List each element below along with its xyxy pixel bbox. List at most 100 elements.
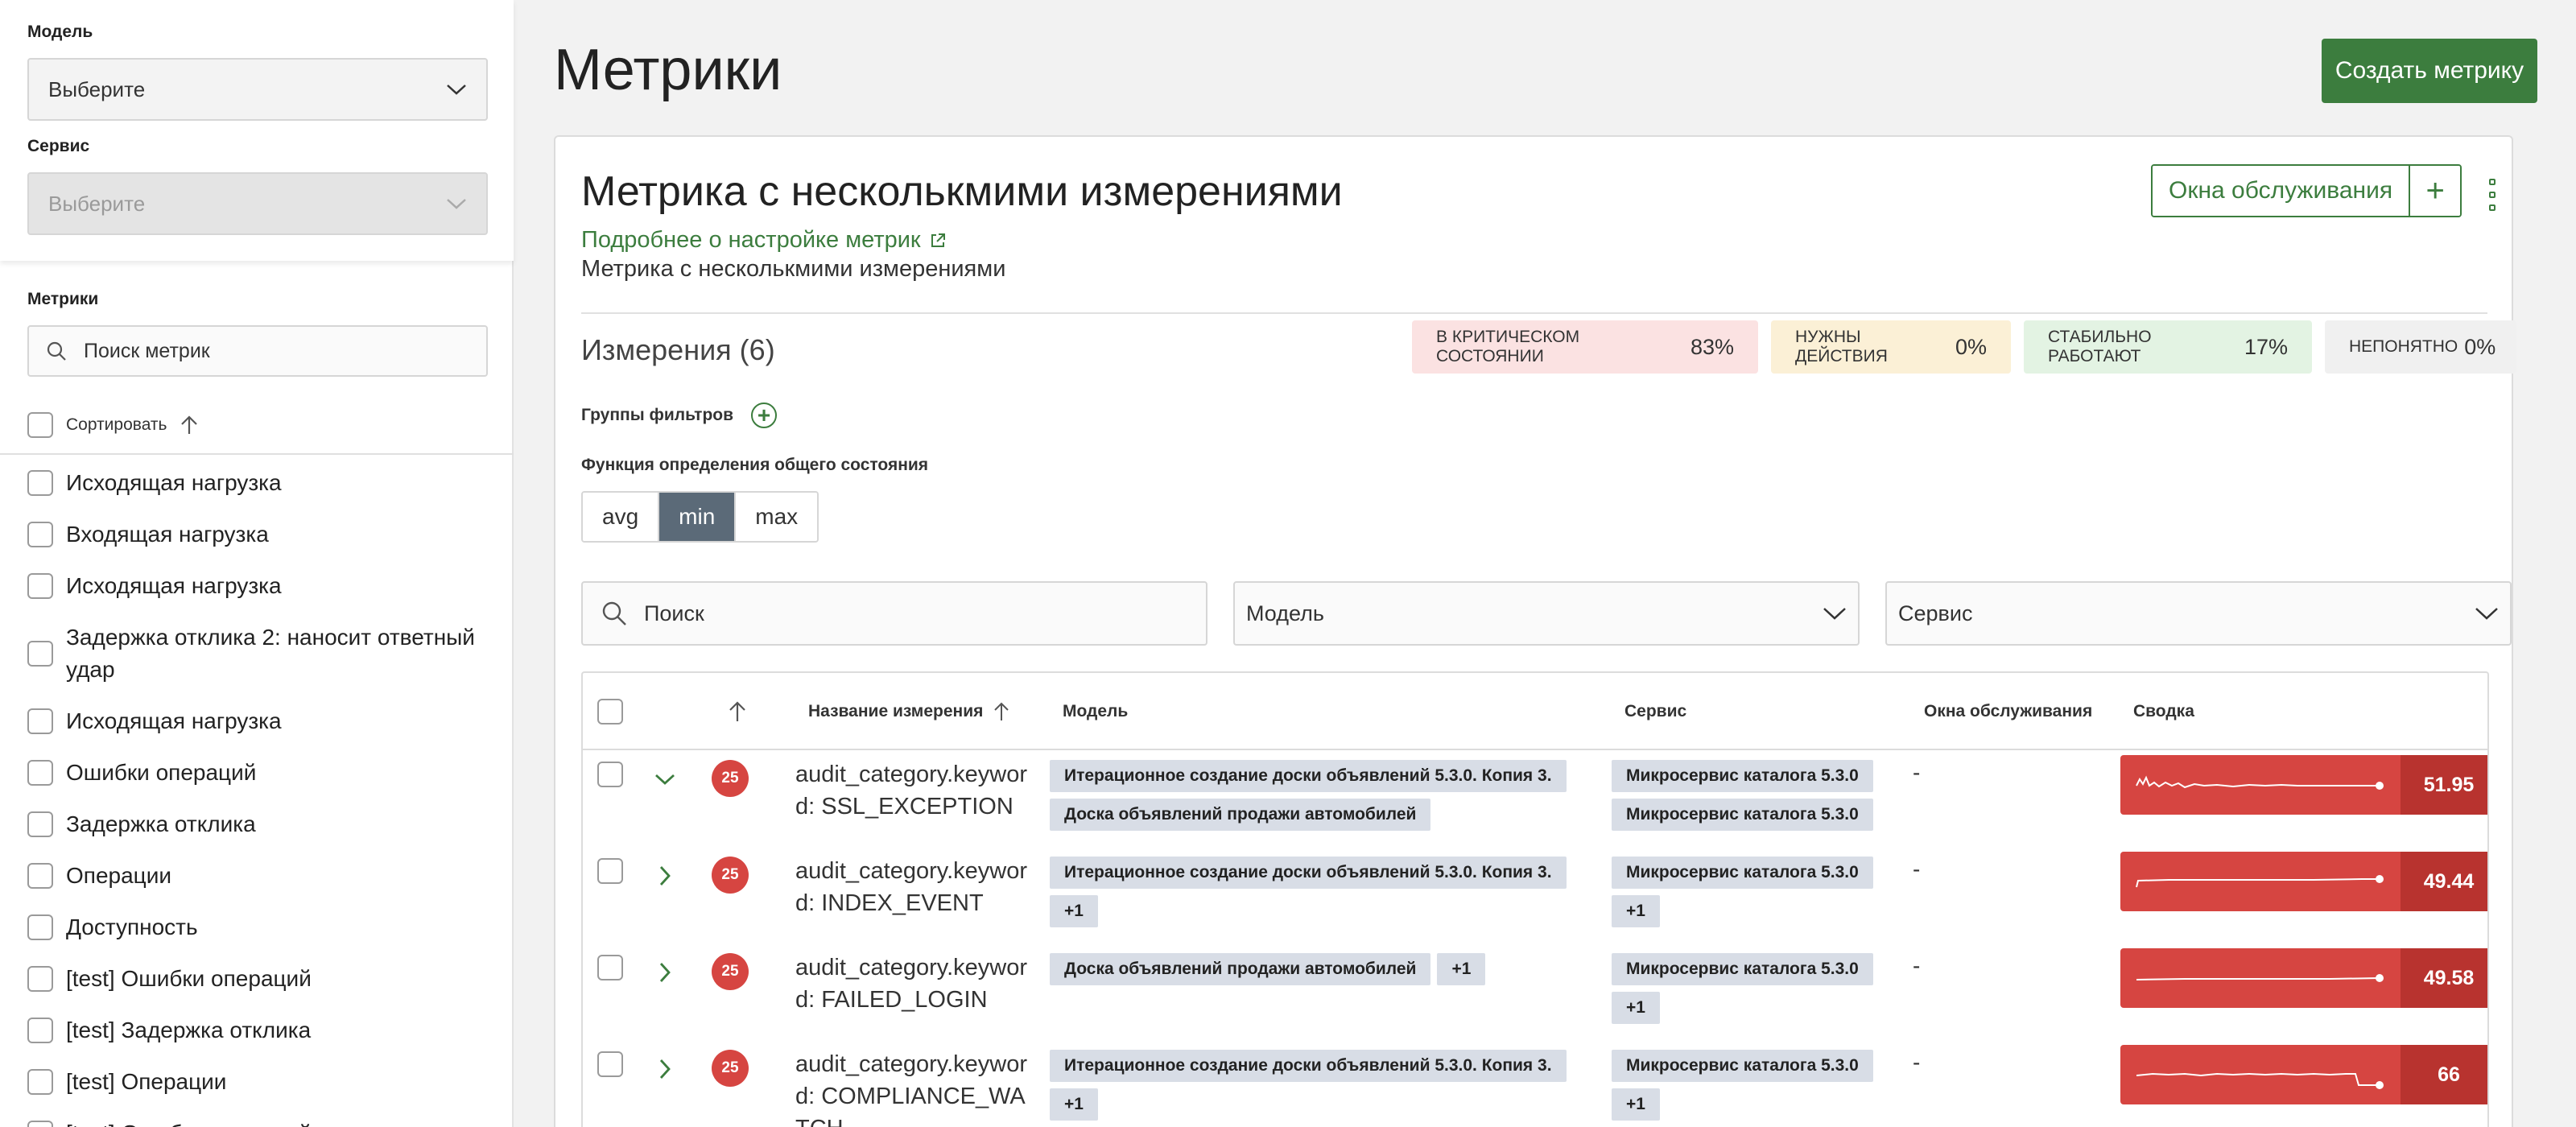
list-item[interactable]: [test] Операции <box>27 1066 494 1098</box>
more-models-tag[interactable]: +1 <box>1050 895 1098 927</box>
service-select[interactable]: Выберите <box>27 172 488 235</box>
status-sort-header[interactable] <box>728 673 747 750</box>
expand-row-icon[interactable] <box>652 863 678 889</box>
list-item[interactable]: [test] Ошибки операций <box>27 1117 494 1127</box>
chevron-right-icon <box>659 1059 671 1079</box>
dimension-name[interactable]: audit_category.keyword: INDEX_EVENT <box>795 855 1029 919</box>
list-item[interactable]: Операции <box>27 860 494 892</box>
function-max-button[interactable]: max <box>736 493 818 541</box>
model-select-value: Выберите <box>48 76 146 101</box>
summary-sparkline[interactable]: 49.58 <box>2120 948 2487 1008</box>
dimension-name[interactable]: audit_category.keyword: FAILED_LOGIN <box>795 952 1029 1016</box>
item-checkbox[interactable] <box>27 573 53 599</box>
item-checkbox[interactable] <box>27 760 53 786</box>
arrow-up-icon <box>729 701 745 721</box>
name-column-header[interactable]: Название измерения <box>808 673 1010 750</box>
sort-control[interactable]: Сортировать <box>27 412 199 438</box>
service-filter-select[interactable]: Сервис <box>1885 581 2512 646</box>
table-row[interactable]: 25 audit_category.keyword: FAILED_LOGIN … <box>583 943 2487 1040</box>
add-maintenance-button[interactable]: + <box>2409 166 2461 216</box>
item-checkbox[interactable] <box>27 1121 53 1127</box>
list-item[interactable]: Входящая нагрузка <box>27 518 494 551</box>
item-label: Входящая нагрузка <box>66 522 269 547</box>
model-filter-select[interactable]: Модель <box>1233 581 1860 646</box>
metric-card: Метрика с несколькмими измерениями Подро… <box>554 135 2516 1127</box>
item-checkbox[interactable] <box>27 966 53 992</box>
metric-settings-link[interactable]: Подробнее о настройке метрик <box>581 227 947 254</box>
dimension-name[interactable]: audit_category.keyword: COMPLIANCE_WATCH <box>795 1048 1029 1127</box>
chevron-right-icon <box>659 963 671 982</box>
item-label: [test] Задержка отклика <box>66 1018 312 1042</box>
expand-row-icon[interactable] <box>652 1056 678 1082</box>
table-row[interactable]: 25 audit_category.keyword: INDEX_EVENT И… <box>583 847 2487 943</box>
model-select[interactable]: Выберите <box>27 58 488 121</box>
select-all-checkbox[interactable] <box>597 699 623 724</box>
item-label: Ошибки операций <box>66 760 257 785</box>
summary-sparkline[interactable]: 51.95 <box>2120 755 2487 815</box>
row-checkbox[interactable] <box>597 762 623 787</box>
more-models-tag[interactable]: +1 <box>1437 953 1486 985</box>
item-checkbox[interactable] <box>27 641 53 667</box>
unknown-status-badge[interactable]: НЕПОНЯТНО 0% <box>2325 320 2516 374</box>
critical-status-badge[interactable]: В КРИТИЧЕСКОМ СОСТОЯНИИ 83% <box>1412 320 1758 374</box>
maintenance-windows-button[interactable]: Окна обслуживания <box>2153 166 2409 216</box>
item-checkbox[interactable] <box>27 811 53 837</box>
more-services-tag[interactable]: +1 <box>1612 895 1660 927</box>
item-checkbox[interactable] <box>27 470 53 496</box>
item-checkbox[interactable] <box>27 708 53 734</box>
maintenance-value: - <box>1913 857 1921 881</box>
list-item[interactable]: [test] Задержка отклика <box>27 1014 494 1046</box>
state-function-label: Функция определения общего состояния <box>581 456 929 474</box>
add-filter-group-icon[interactable]: + <box>751 402 778 428</box>
more-options-icon[interactable] <box>2484 179 2500 211</box>
table-row[interactable]: 25 audit_category.keyword: COMPLIANCE_WA… <box>583 1040 2487 1127</box>
summary-sparkline[interactable]: 49.44 <box>2120 852 2487 911</box>
item-checkbox[interactable] <box>27 1069 53 1095</box>
metrics-label: Метрики <box>27 290 99 308</box>
row-checkbox[interactable] <box>597 1051 623 1077</box>
metric-title: Метрика с несколькмими измерениями <box>581 168 1343 215</box>
more-models-tag[interactable]: +1 <box>1050 1088 1098 1121</box>
list-item[interactable]: Исходящая нагрузка <box>27 705 494 737</box>
metrics-search-input[interactable]: Поиск метрик <box>27 325 488 377</box>
function-avg-button[interactable]: avg <box>583 493 660 541</box>
list-item[interactable]: Исходящая нагрузка <box>27 570 494 602</box>
row-checkbox[interactable] <box>597 858 623 884</box>
state-function-selector: avg min max <box>581 491 819 543</box>
service-tags: Микросервис каталога 5.3.0 +1 <box>1612 1050 1885 1127</box>
create-metric-button[interactable]: Создать метрику <box>2322 39 2537 103</box>
action-needed-status-badge[interactable]: НУЖНЫ ДЕЙСТВИЯ 0% <box>1771 320 2011 374</box>
dimension-name[interactable]: audit_category.keyword: SSL_EXCEPTION <box>795 758 1029 823</box>
item-checkbox[interactable] <box>27 914 53 940</box>
more-services-tag[interactable]: +1 <box>1612 992 1660 1024</box>
item-checkbox[interactable] <box>27 863 53 889</box>
list-item[interactable]: Задержка отклика 2: наносит ответный уда… <box>27 621 494 686</box>
item-label: Операции <box>66 863 171 888</box>
item-label: Задержка отклика <box>66 811 256 836</box>
function-min-button[interactable]: min <box>659 493 737 541</box>
list-item[interactable]: Доступность <box>27 911 494 943</box>
list-item[interactable]: [test] Ошибки операций <box>27 963 494 995</box>
expand-row-icon[interactable] <box>652 960 678 985</box>
summary-sparkline[interactable]: 66 <box>2120 1045 2487 1104</box>
list-item[interactable]: Ошибки операций <box>27 757 494 789</box>
stable-status-badge[interactable]: СТАБИЛЬНО РАБОТАЮТ 17% <box>2024 320 2312 374</box>
list-item[interactable]: Исходящая нагрузка <box>27 467 494 499</box>
table-row[interactable]: 25 audit_category.keyword: SSL_EXCEPTION… <box>583 750 2487 847</box>
chevron-down-icon <box>1823 608 1846 620</box>
more-services-tag[interactable]: +1 <box>1612 1088 1660 1121</box>
list-item[interactable]: Задержка отклика <box>27 808 494 840</box>
sort-label: Сортировать <box>66 415 167 434</box>
dimensions-search-input[interactable]: Поиск <box>581 581 1208 646</box>
service-tag: Микросервис каталога 5.3.0 <box>1612 953 1873 985</box>
item-checkbox[interactable] <box>27 1018 53 1043</box>
maintenance-value: - <box>1913 1050 1921 1075</box>
row-checkbox[interactable] <box>597 955 623 980</box>
badge-label: НЕПОНЯТНО <box>2349 337 2458 356</box>
sparkline-chart <box>2136 1072 2384 1089</box>
item-checkbox[interactable] <box>27 522 53 547</box>
sort-checkbox[interactable] <box>27 412 53 438</box>
collapse-row-icon[interactable] <box>652 766 678 792</box>
sparkline-chart <box>2136 875 2384 888</box>
service-tag: Микросервис каталога 5.3.0 <box>1612 760 1873 792</box>
